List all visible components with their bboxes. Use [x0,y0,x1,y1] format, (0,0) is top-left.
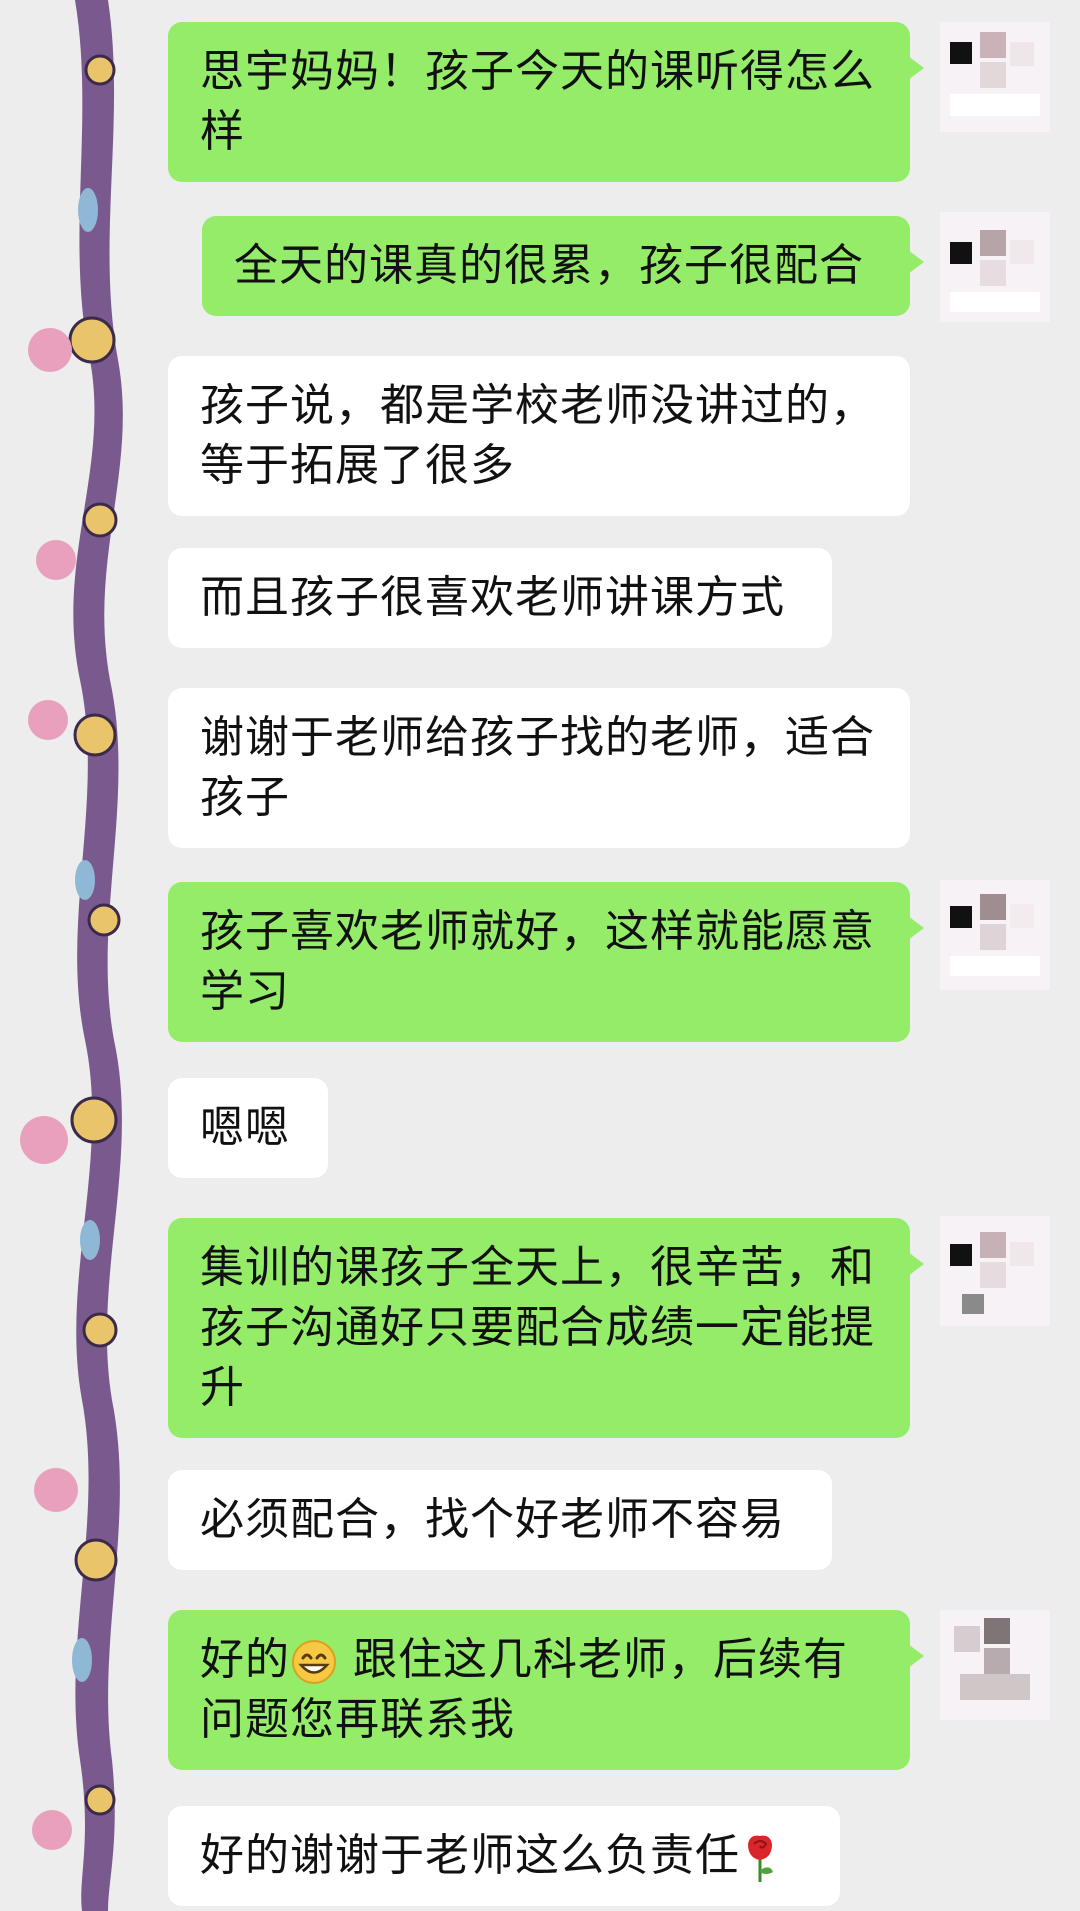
message-text: 孩子说，都是学校老师没讲过的，等于拓展了很多 [200,380,875,491]
message-text: 好的谢谢于老师这么负责任 [200,1830,740,1881]
grinning-face-emoji-icon [292,1640,336,1684]
sticker-leaf [78,188,98,232]
message-text: 思宇妈妈！孩子今天的课听得怎么样 [200,46,875,157]
incoming-message[interactable]: 而且孩子很喜欢老师讲课方式 [168,548,832,648]
message-text: 孩子喜欢老师就好，这样就能愿意学习 [200,906,875,1017]
outgoing-message[interactable]: 集训的课孩子全天上，很辛苦，和孩子沟通好只要配合成绩一定能提升 [168,1218,924,1438]
message-text: 谢谢于老师给孩子找的老师，适合孩子 [200,712,875,823]
message-text: 必须配合，找个好老师不容易 [200,1494,785,1545]
sticker-dot [84,54,116,86]
sticker-dot [87,903,121,937]
sender-avatar[interactable] [940,22,1050,132]
sender-avatar[interactable] [940,1216,1050,1326]
sticker-flower [34,1468,78,1512]
sticker-dot [73,713,117,757]
outgoing-message[interactable]: 好的 跟住这几科老师，后续有问题您再联系我 [168,1610,924,1770]
incoming-message[interactable]: 孩子说，都是学校老师没讲过的，等于拓展了很多 [168,356,910,516]
rose-bloom [748,1835,772,1860]
sticker-flower [36,540,76,580]
rose-emoji-icon [748,1835,773,1882]
message-text: 而且孩子很喜欢老师讲课方式 [200,572,785,623]
sticker-dot [74,1538,118,1582]
chat-window: 思宇妈妈！孩子今天的课听得怎么样 全天的课真的很累，孩子很配合 孩子说，都是学校… [0,0,1080,1911]
message-text-before-emoji: 好的 [200,1634,290,1685]
sender-avatar[interactable] [940,880,1050,990]
sender-avatar[interactable] [940,212,1050,322]
sticker-flower [32,1810,72,1850]
emoji-face [292,1640,336,1684]
sticker-dot [82,1312,118,1348]
message-text: 嗯嗯 [200,1102,290,1153]
sticker-dot [68,316,116,364]
sticker-leaf [75,860,95,900]
sticker-flowers [20,328,78,1850]
sticker-leaf [80,1220,100,1260]
outgoing-message[interactable]: 孩子喜欢老师就好，这样就能愿意学习 [168,882,924,1042]
sticker-dot [82,502,118,538]
rose-leaf [760,1867,773,1874]
sticker-strip-decoration [20,0,123,1911]
sticker-flower [28,700,68,740]
sender-avatar[interactable] [940,1610,1050,1720]
incoming-message[interactable]: 必须配合，找个好老师不容易 [168,1470,832,1570]
sticker-dot [84,1784,116,1816]
sticker-dot [70,1096,118,1144]
message-text: 集训的课孩子全天上，很辛苦，和孩子沟通好只要配合成绩一定能提升 [200,1242,875,1413]
incoming-message[interactable]: 好的谢谢于老师这么负责任 [168,1806,840,1906]
outgoing-message[interactable]: 全天的课真的很累，孩子很配合 [202,216,924,316]
sticker-strip-band [73,0,123,1911]
sticker-leaf [72,1638,92,1682]
incoming-message[interactable]: 嗯嗯 [168,1078,328,1178]
sticker-flower [20,1116,68,1164]
sticker-flower [28,328,72,372]
message-text: 全天的课真的很累，孩子很配合 [234,240,864,291]
outgoing-message[interactable]: 思宇妈妈！孩子今天的课听得怎么样 [168,22,924,182]
incoming-message[interactable]: 谢谢于老师给孩子找的老师，适合孩子 [168,688,910,848]
